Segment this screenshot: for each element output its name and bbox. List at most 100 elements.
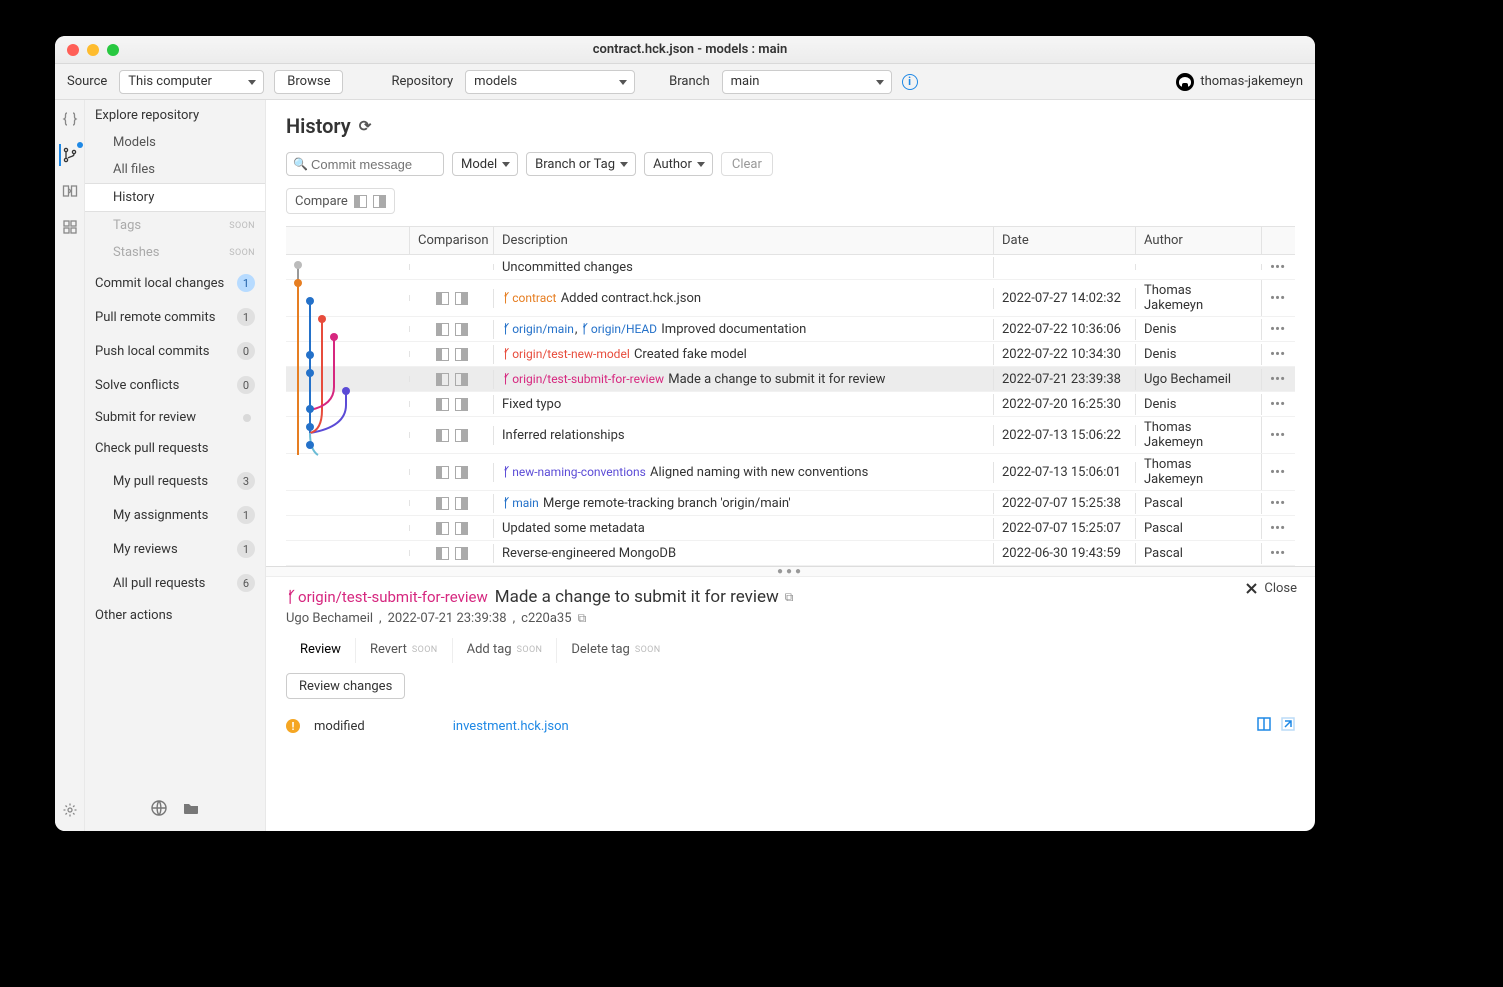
sidebar-models[interactable]: Models — [85, 129, 265, 156]
filter-branch-tag[interactable]: Branch or Tag — [526, 152, 636, 176]
open-external-icon[interactable] — [1281, 717, 1295, 735]
compare-left-toggle[interactable] — [436, 429, 449, 442]
sidebar-other[interactable]: Other actions — [85, 600, 265, 631]
sidebar-history[interactable]: History — [85, 183, 265, 212]
info-icon[interactable]: i — [902, 74, 918, 90]
commit-row[interactable]: ᚶcontract Added contract.hck.json2022-07… — [286, 280, 1295, 317]
compare-left-toggle[interactable] — [436, 497, 449, 510]
search-input[interactable] — [286, 152, 444, 176]
compare-right-toggle[interactable] — [455, 398, 468, 411]
diff-view-icon[interactable] — [1257, 717, 1271, 735]
panel-resize-handle[interactable]: ●●● — [266, 567, 1315, 577]
row-actions[interactable]: ••• — [1262, 516, 1295, 540]
close-detail[interactable]: Close — [1245, 581, 1297, 596]
copy-title-icon[interactable]: ⧉ — [785, 590, 794, 605]
row-actions[interactable]: ••• — [1262, 255, 1295, 279]
user-account[interactable]: thomas-jakemeyn — [1176, 73, 1303, 91]
close-window[interactable] — [67, 44, 79, 56]
row-actions[interactable]: ••• — [1262, 541, 1295, 565]
compare-left-toggle[interactable] — [436, 398, 449, 411]
row-actions[interactable]: ••• — [1262, 367, 1295, 391]
sidebar-push-local[interactable]: Push local commits0 — [85, 334, 265, 368]
commit-row[interactable]: ᚶmain Merge remote-tracking branch 'orig… — [286, 491, 1295, 516]
sidebar-my-reviews[interactable]: My reviews1 — [85, 532, 265, 566]
sidebar-submit-review[interactable]: Submit for review — [85, 402, 265, 433]
rail-braces-icon[interactable] — [59, 108, 81, 130]
tab-revert[interactable]: RevertSOON — [356, 638, 453, 663]
sidebar-check-pr-title[interactable]: Check pull requests — [85, 433, 265, 464]
commit-row[interactable]: ᚶorigin/main, ᚶorigin/HEAD Improved docu… — [286, 317, 1295, 342]
commit-row[interactable]: ᚶnew-naming-conventions Aligned naming w… — [286, 454, 1295, 491]
compare-right-toggle[interactable] — [455, 373, 468, 386]
commit-row[interactable]: Reverse-engineered MongoDB2022-06-30 19:… — [286, 541, 1295, 566]
copy-sha-icon[interactable]: ⧉ — [578, 611, 587, 626]
row-actions[interactable]: ••• — [1262, 286, 1295, 310]
commit-row[interactable]: ᚶorigin/test-new-model Created fake mode… — [286, 342, 1295, 367]
review-changes-button[interactable]: Review changes — [286, 673, 405, 699]
compare-left-toggle[interactable] — [436, 466, 449, 479]
compare-right-toggle[interactable] — [455, 292, 468, 305]
branch-chip[interactable]: ᚶcontract — [502, 291, 557, 305]
sidebar-pull-remote[interactable]: Pull remote commits1 — [85, 300, 265, 334]
rail-grid-icon[interactable] — [59, 216, 81, 238]
commit-row[interactable]: Fixed typo2022-07-20 16:25:30Denis••• — [286, 392, 1295, 417]
repo-select[interactable]: models — [465, 70, 635, 94]
branch-chip[interactable]: ᚶorigin/test-new-model — [502, 347, 631, 361]
commit-row[interactable]: Uncommitted changes••• — [286, 255, 1295, 280]
compare-right-toggle[interactable] — [455, 547, 468, 560]
compare-button[interactable]: Compare — [286, 188, 395, 214]
settings-icon[interactable] — [59, 799, 81, 821]
row-actions[interactable]: ••• — [1262, 342, 1295, 366]
compare-left-toggle[interactable] — [436, 522, 449, 535]
search-commit[interactable]: 🔍 — [286, 152, 444, 176]
branch-chip[interactable]: ᚶorigin/test-submit-for-review — [502, 372, 665, 386]
compare-left-toggle[interactable] — [436, 292, 449, 305]
sidebar-commit-local[interactable]: Commit local changes1 — [85, 266, 265, 300]
sidebar-solve-conflicts[interactable]: Solve conflicts0 — [85, 368, 265, 402]
compare-right-toggle[interactable] — [455, 497, 468, 510]
compare-left-toggle[interactable] — [436, 547, 449, 560]
refresh-icon[interactable]: ⟳ — [359, 117, 372, 135]
row-actions[interactable]: ••• — [1262, 392, 1295, 416]
compare-right-toggle[interactable] — [455, 348, 468, 361]
compare-left-toggle[interactable] — [436, 348, 449, 361]
sidebar-my-assign[interactable]: My assignments1 — [85, 498, 265, 532]
filter-author[interactable]: Author — [644, 152, 713, 176]
compare-left-toggle[interactable] — [436, 373, 449, 386]
tab-addtag[interactable]: Add tagSOON — [453, 638, 558, 663]
commit-row[interactable]: ᚶorigin/test-submit-for-review Made a ch… — [286, 367, 1295, 392]
sidebar-explore-title[interactable]: Explore repository — [85, 100, 265, 129]
sidebar-all-files[interactable]: All files — [85, 156, 265, 183]
rail-branch-icon[interactable] — [59, 144, 81, 166]
maximize-window[interactable] — [107, 44, 119, 56]
row-actions[interactable]: ••• — [1262, 491, 1295, 515]
row-actions[interactable]: ••• — [1262, 460, 1295, 484]
filter-model[interactable]: Model — [452, 152, 518, 176]
branch-chip[interactable]: ᚶorigin/main — [502, 322, 575, 336]
sidebar-my-pr[interactable]: My pull requests3 — [85, 464, 265, 498]
tab-deltag[interactable]: Delete tagSOON — [557, 638, 674, 663]
compare-right-toggle[interactable] — [455, 466, 468, 479]
tab-review[interactable]: Review — [286, 638, 356, 663]
minimize-window[interactable] — [87, 44, 99, 56]
branch-chip[interactable]: ᚶmain — [502, 496, 540, 510]
row-actions[interactable]: ••• — [1262, 317, 1295, 341]
compare-right-toggle[interactable] — [455, 429, 468, 442]
folder-icon[interactable] — [182, 799, 200, 821]
sidebar-all-pr[interactable]: All pull requests6 — [85, 566, 265, 600]
file-name[interactable]: investment.hck.json — [453, 719, 569, 734]
branch-select[interactable]: main — [722, 70, 892, 94]
branch-chip[interactable]: ᚶnew-naming-conventions — [502, 465, 647, 479]
commit-row[interactable]: Inferred relationships2022-07-13 15:06:2… — [286, 417, 1295, 454]
compare-right-toggle[interactable] — [455, 323, 468, 336]
branch-chip[interactable]: ᚶorigin/HEAD — [581, 322, 658, 336]
compare-left-toggle[interactable] — [436, 323, 449, 336]
changed-file-row[interactable]: ! modified investment.hck.json — [286, 711, 1295, 741]
globe-icon[interactable] — [150, 799, 168, 821]
commit-row[interactable]: Updated some metadata2022-07-07 15:25:07… — [286, 516, 1295, 541]
clear-filters[interactable]: Clear — [721, 152, 773, 176]
rail-compare-icon[interactable] — [59, 180, 81, 202]
browse-button[interactable]: Browse — [274, 70, 343, 94]
compare-right-toggle[interactable] — [455, 522, 468, 535]
source-select[interactable]: This computer — [119, 70, 264, 94]
